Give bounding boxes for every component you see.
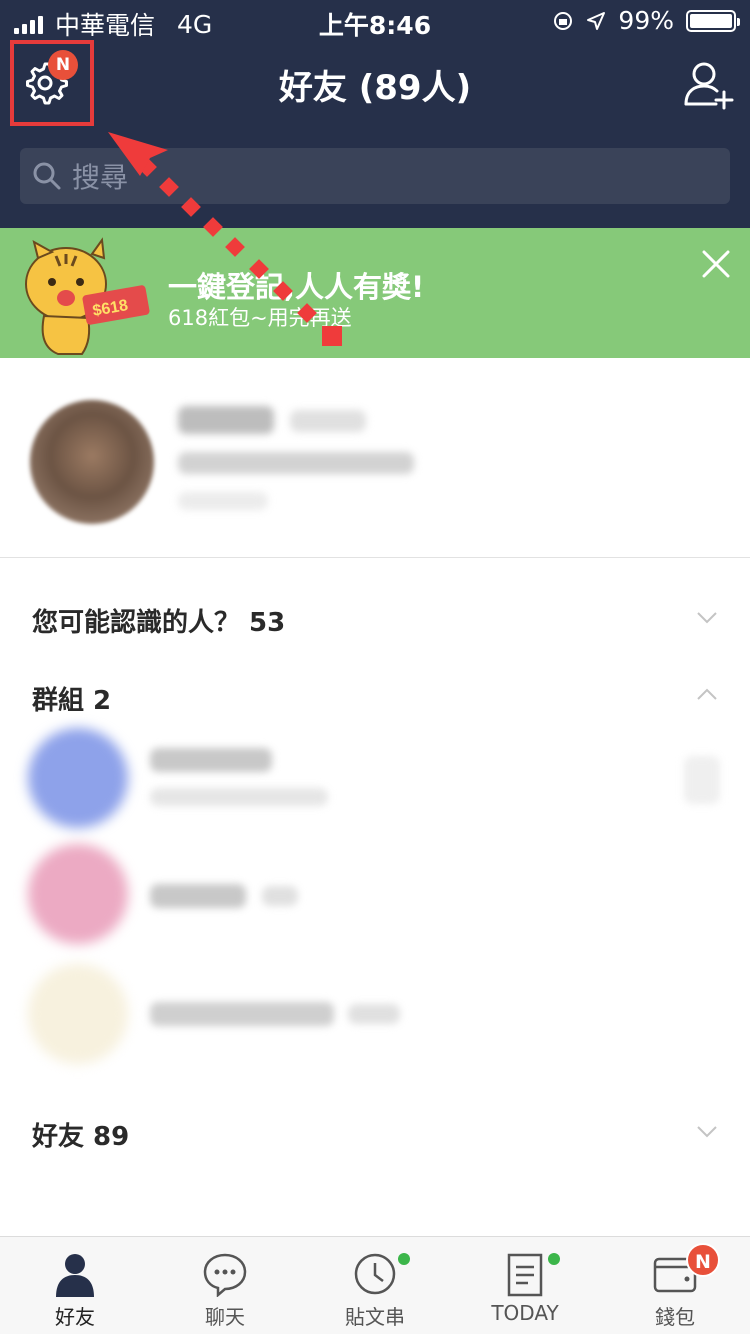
list-item-group[interactable] — [0, 722, 750, 842]
list-item-group[interactable] — [0, 958, 750, 1078]
header: 中華電信 4G 上午8:46 99% N 好友 (89人) 搜尋 — [0, 0, 750, 228]
profile-id-redacted — [290, 410, 366, 432]
search-input[interactable]: 搜尋 — [20, 148, 730, 204]
new-dot — [548, 1253, 560, 1265]
tab-today[interactable]: TODAY — [450, 1237, 600, 1334]
group-name-redacted — [150, 1002, 334, 1026]
promo-banner[interactable]: $618 一鍵登記,人人有獎! 618紅包~用完再送 — [0, 228, 750, 358]
tab-bar: 好友 聊天 貼文串 TODAY N 錢包 — [0, 1236, 750, 1334]
search-icon — [33, 162, 61, 190]
new-dot — [398, 1253, 410, 1265]
tab-chats[interactable]: 聊天 — [150, 1237, 300, 1334]
group-count-redacted — [262, 886, 298, 906]
my-profile[interactable] — [0, 358, 750, 558]
battery-percent: 99% — [618, 6, 674, 35]
news-icon — [507, 1253, 543, 1297]
close-icon[interactable] — [702, 250, 730, 278]
tab-label: 好友 — [55, 1305, 95, 1329]
section-suggested-friends[interactable]: 您可能認識的人？ 53 — [32, 602, 285, 639]
chat-bubble-icon — [203, 1253, 247, 1297]
banner-headline: 一鍵登記,人人有獎! — [168, 270, 425, 304]
chevron-down-icon[interactable] — [696, 1120, 718, 1142]
tab-label: 聊天 — [205, 1305, 245, 1329]
avatar — [28, 964, 128, 1064]
avatar — [28, 728, 128, 828]
list-item-group[interactable] — [0, 838, 750, 958]
profile-extra-redacted — [178, 492, 268, 510]
tab-wallet[interactable]: N 錢包 — [600, 1237, 750, 1334]
page-title: 好友 (89人) — [278, 68, 472, 108]
search-placeholder: 搜尋 — [72, 161, 129, 194]
tab-label: TODAY — [491, 1301, 559, 1325]
section-groups[interactable]: 群組 2 — [32, 680, 111, 717]
group-count-redacted — [348, 1004, 400, 1024]
wallet-badge: N — [686, 1243, 720, 1277]
group-action-redacted — [684, 756, 720, 804]
tab-timeline[interactable]: 貼文串 — [300, 1237, 450, 1334]
tab-friends[interactable]: 好友 — [0, 1237, 150, 1334]
status-bar: 中華電信 4G 上午8:46 99% — [0, 0, 750, 40]
profile-name-redacted — [178, 406, 274, 434]
tiger-mascot-icon: $618 — [25, 237, 150, 355]
section-friends[interactable]: 好友 89 — [32, 1116, 129, 1153]
chevron-up-icon[interactable] — [696, 684, 718, 706]
group-name-redacted — [150, 748, 272, 772]
tab-label: 錢包 — [655, 1305, 695, 1329]
location-icon — [587, 11, 606, 30]
clock-icon — [354, 1253, 396, 1295]
group-detail-redacted — [150, 788, 328, 806]
banner-subtitle: 618紅包~用完再送 — [168, 306, 352, 330]
chevron-down-icon[interactable] — [696, 606, 718, 628]
battery-icon — [686, 9, 740, 32]
tab-label: 貼文串 — [345, 1305, 405, 1329]
rotation-lock-icon — [554, 11, 573, 30]
avatar — [30, 400, 154, 524]
person-icon — [56, 1254, 94, 1297]
avatar — [28, 844, 128, 944]
group-name-redacted — [150, 884, 246, 908]
add-friend-icon[interactable] — [682, 58, 734, 110]
profile-status-redacted — [178, 452, 414, 474]
